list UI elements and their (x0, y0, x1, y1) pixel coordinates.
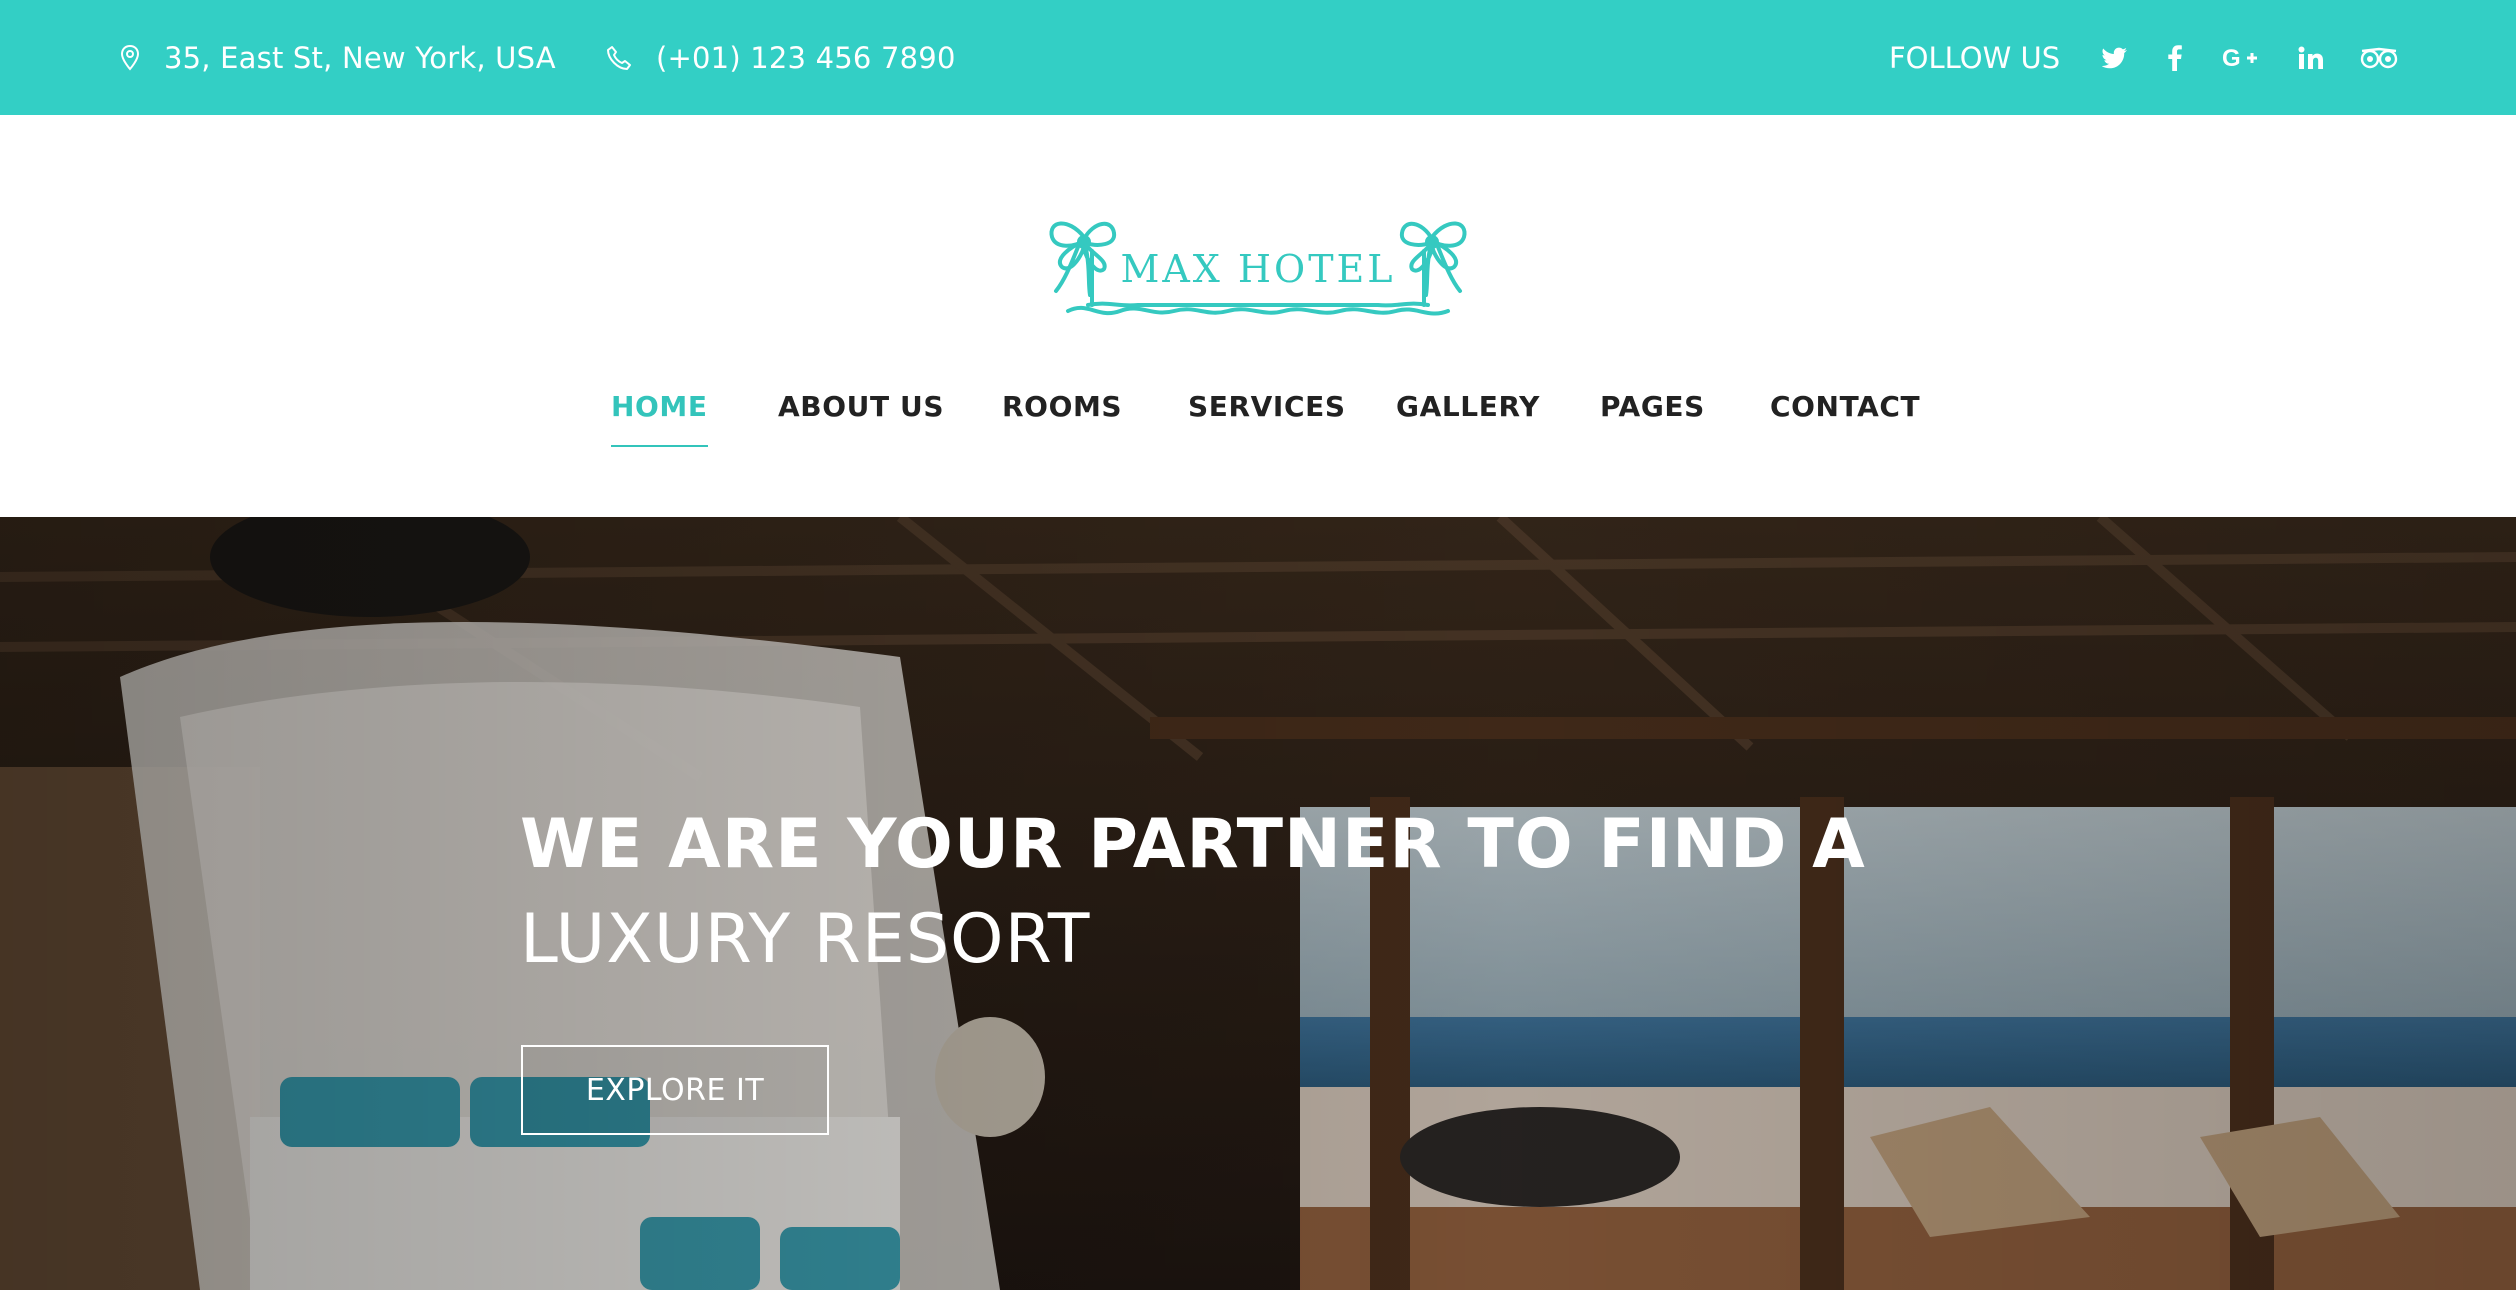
explore-button[interactable]: EXPLORE IT (521, 1045, 829, 1135)
hero-title-line1: WE ARE YOUR PARTNER TO FIND A (520, 805, 1866, 884)
linkedin-link[interactable] (2298, 0, 2324, 115)
facebook-link[interactable] (2168, 0, 2182, 115)
hotel-logo[interactable]: MAX HOTEL (1028, 207, 1488, 327)
phone-info[interactable]: (+01) 123 456 7890 (606, 0, 956, 115)
nav-item-label: SERVICES (1188, 390, 1346, 423)
active-underline (611, 445, 708, 447)
nav-item-rooms[interactable]: ROOMS (1002, 390, 1122, 450)
top-bar: 35, East St, New York, USA (+01) 123 456… (0, 0, 2516, 115)
nav-item-about-us[interactable]: ABOUT US (778, 390, 944, 450)
address-info: 35, East St, New York, USA (120, 0, 556, 115)
resort-bedroom-image (0, 517, 2516, 1290)
nav-item-gallery[interactable]: GALLERY (1396, 390, 1540, 450)
nav-item-home[interactable]: HOME (611, 390, 708, 450)
phone-icon (607, 45, 631, 70)
location-pin-icon (120, 44, 140, 71)
nav-item-pages[interactable]: PAGES (1600, 390, 1705, 450)
site-header: MAX HOTEL HOME ABOUT US ROOMS SERVICES G… (0, 115, 2516, 517)
nav-item-label: GALLERY (1396, 390, 1540, 423)
twitter-icon (2102, 47, 2127, 68)
nav-item-label: PAGES (1600, 390, 1705, 423)
svg-text:G: G (2222, 45, 2241, 71)
address-text: 35, East St, New York, USA (164, 40, 556, 75)
nav-item-services[interactable]: SERVICES (1188, 390, 1346, 450)
twitter-link[interactable] (2102, 0, 2128, 115)
nav-item-label: HOME (611, 390, 708, 423)
follow-us-label: FOLLOW US (1889, 40, 2061, 75)
nav-item-contact[interactable]: CONTACT (1770, 390, 1920, 450)
facebook-icon (2168, 44, 2182, 71)
nav-item-label: ABOUT US (778, 390, 945, 423)
phone-text: (+01) 123 456 7890 (656, 40, 956, 75)
tripadvisor-icon (2360, 47, 2398, 68)
linkedin-icon (2298, 46, 2323, 69)
hero-banner: WE ARE YOUR PARTNER TO FIND A LUXURY RES… (0, 517, 2516, 1290)
google-plus-link[interactable]: G (2222, 0, 2262, 115)
google-plus-icon: G (2222, 45, 2257, 71)
hero-title-line2: LUXURY RESORT (520, 900, 1091, 979)
logo-text: MAX HOTEL (1120, 247, 1396, 291)
nav-item-label: ROOMS (1002, 390, 1123, 423)
main-navigation: HOME ABOUT US ROOMS SERVICES GALLERY PAG… (0, 390, 2516, 450)
nav-item-label: CONTACT (1770, 390, 1921, 423)
tripadvisor-link[interactable] (2360, 0, 2398, 115)
